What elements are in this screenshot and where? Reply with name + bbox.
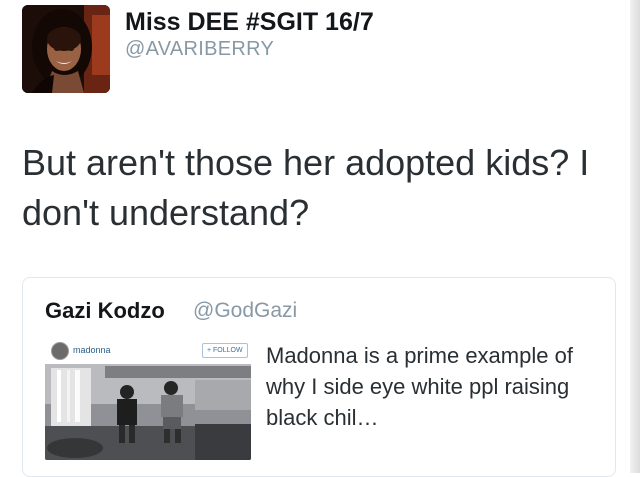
instagram-post-header: madonna + FOLLOW xyxy=(45,338,251,365)
quoted-tweet-display-name: Gazi Kodzo xyxy=(45,298,165,323)
instagram-avatar-icon xyxy=(51,342,69,360)
instagram-follow-button: + FOLLOW xyxy=(202,343,248,358)
tweet-text: But aren't those her adopted kids? I don… xyxy=(22,142,590,233)
quoted-tweet-media[interactable]: madonna + FOLLOW xyxy=(45,338,251,460)
instagram-photo-image xyxy=(45,364,251,460)
author-handle[interactable]: @AVARIBERRY xyxy=(125,38,274,61)
author-avatar[interactable] xyxy=(22,5,110,93)
window-edge xyxy=(630,0,640,473)
instagram-username: madonna xyxy=(73,345,111,355)
quoted-tweet-handle: @GodGazi xyxy=(193,299,298,322)
quoted-tweet-card[interactable]: Gazi Kodzo @GodGazi madonna + FOLLOW Mad… xyxy=(22,277,616,477)
author-display-name[interactable]: Miss DEE #SGIT 16/7 xyxy=(125,8,374,37)
author-photo-image xyxy=(22,5,110,93)
quoted-tweet-text: Madonna is a prime example of why I side… xyxy=(266,343,573,430)
